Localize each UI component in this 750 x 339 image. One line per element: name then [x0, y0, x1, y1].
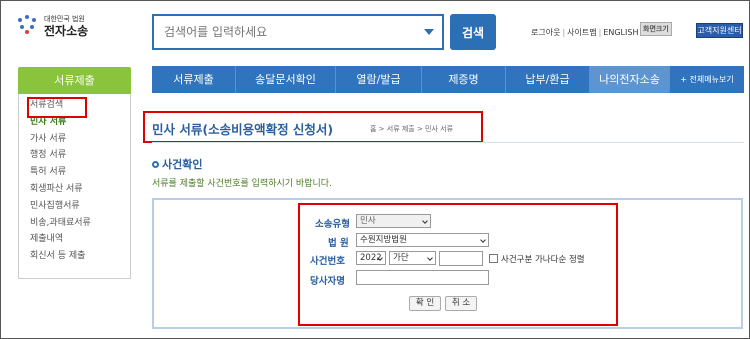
nav-certificates[interactable]: 제증명 [422, 66, 506, 93]
type-label: 소송유형 [315, 219, 350, 230]
logo[interactable]: 대한민국 법원 전자소송 [16, 14, 88, 38]
chevron-down-icon[interactable] [424, 29, 434, 35]
sidebar-menu: 서류검색 민사 서류 가사 서류 행정 서류 특허 서류 회생파산 서류 민사집… [18, 94, 131, 279]
chevron-down-icon [427, 255, 433, 261]
nav-my-e-litigation[interactable]: 나의전자소송 [590, 66, 670, 93]
nav-service-documents[interactable]: 송달문서확인 [236, 66, 336, 93]
case-kind-value: 가단 [393, 253, 409, 263]
nav-document-submission[interactable]: 서류제출 [152, 66, 236, 93]
case-number-input[interactable] [439, 251, 483, 266]
nav-payment-refund[interactable]: 납부/환급 [506, 66, 590, 93]
party-name-input[interactable] [356, 270, 489, 285]
court-logo-icon [16, 14, 40, 38]
case-type-value: 민사 [360, 216, 376, 226]
logo-subtitle: 대한민국 법원 [44, 14, 85, 23]
divider [152, 142, 744, 143]
zoom-label: 화면크기 [640, 21, 672, 36]
sidebar-item-document-search[interactable]: 서류검색 [19, 97, 130, 118]
sort-checkbox[interactable] [489, 254, 498, 263]
sidebar-item-submission-history[interactable]: 제출내역 [19, 231, 130, 248]
sidebar-item-patent[interactable]: 특허 서류 [19, 164, 130, 181]
logo-title: 전자소송 [44, 23, 89, 38]
section-title-text: 사건확인 [162, 158, 203, 171]
sidebar-item-family[interactable]: 가사 서류 [19, 131, 130, 148]
court-select[interactable]: 수원지방법원 [356, 233, 489, 247]
case-kind-select[interactable]: 가단 [389, 251, 436, 265]
sidebar-item-bankruptcy[interactable]: 회생파산 서류 [19, 181, 130, 198]
english-link[interactable]: ENGLISH [603, 28, 638, 37]
logout-link[interactable]: 로그아웃 [531, 28, 560, 37]
case-type-select[interactable]: 민사 [356, 214, 431, 228]
sitemap-link[interactable]: 사이트맵 [567, 28, 596, 37]
confirm-button[interactable]: 확 인 [409, 296, 441, 311]
sort-checkbox-label: 사건구분 가나다순 정렬 [501, 255, 585, 265]
case-number-label: 사건번호 [310, 256, 345, 267]
sidebar-header: 서류제출 [18, 67, 131, 94]
chevron-down-icon [422, 218, 428, 224]
search-box [152, 14, 444, 50]
zoom-control: 화면크기 + - [640, 21, 672, 36]
utility-links: 로그아웃 | 사이트맵 | ENGLISH [531, 28, 639, 37]
year-select[interactable]: 2022 [356, 251, 386, 265]
chevron-down-icon [480, 237, 486, 243]
cancel-button[interactable]: 취 소 [445, 296, 477, 311]
court-label: 법 원 [328, 238, 349, 249]
court-value: 수원지방법원 [360, 235, 407, 245]
nav-all-menu[interactable]: + 전체메뉴보기 [670, 66, 744, 93]
main-nav: 서류제출 송달문서확인 열람/발급 제증명 납부/환급 나의전자소송 + 전체메… [152, 66, 744, 93]
page-title: 민사 서류(소송비용액확정 신청서) [152, 122, 334, 137]
nav-view-issue[interactable]: 열람/발급 [336, 66, 422, 93]
instruction-text: 서류를 제출할 사건번호를 입력하시기 바랍니다. [152, 179, 332, 189]
section-title: 사건확인 [152, 156, 202, 172]
help-center-button[interactable]: 고객지원센터 [696, 23, 743, 38]
bullet-icon [152, 161, 159, 168]
party-name-label: 당사자명 [310, 276, 345, 287]
search-button[interactable]: 검색 [450, 14, 496, 50]
sidebar-item-civil-execution[interactable]: 민사집행서류 [19, 198, 130, 215]
sidebar-item-reply-submission[interactable]: 회신서 등 제출 [19, 248, 130, 265]
sidebar-item-administrative[interactable]: 행정 서류 [19, 147, 130, 164]
sidebar-item-non-contentious[interactable]: 비송,과태료서류 [19, 215, 130, 232]
search-input[interactable] [154, 16, 414, 48]
breadcrumb: 홈 > 서류 제출 > 민사 서류 [370, 125, 454, 133]
